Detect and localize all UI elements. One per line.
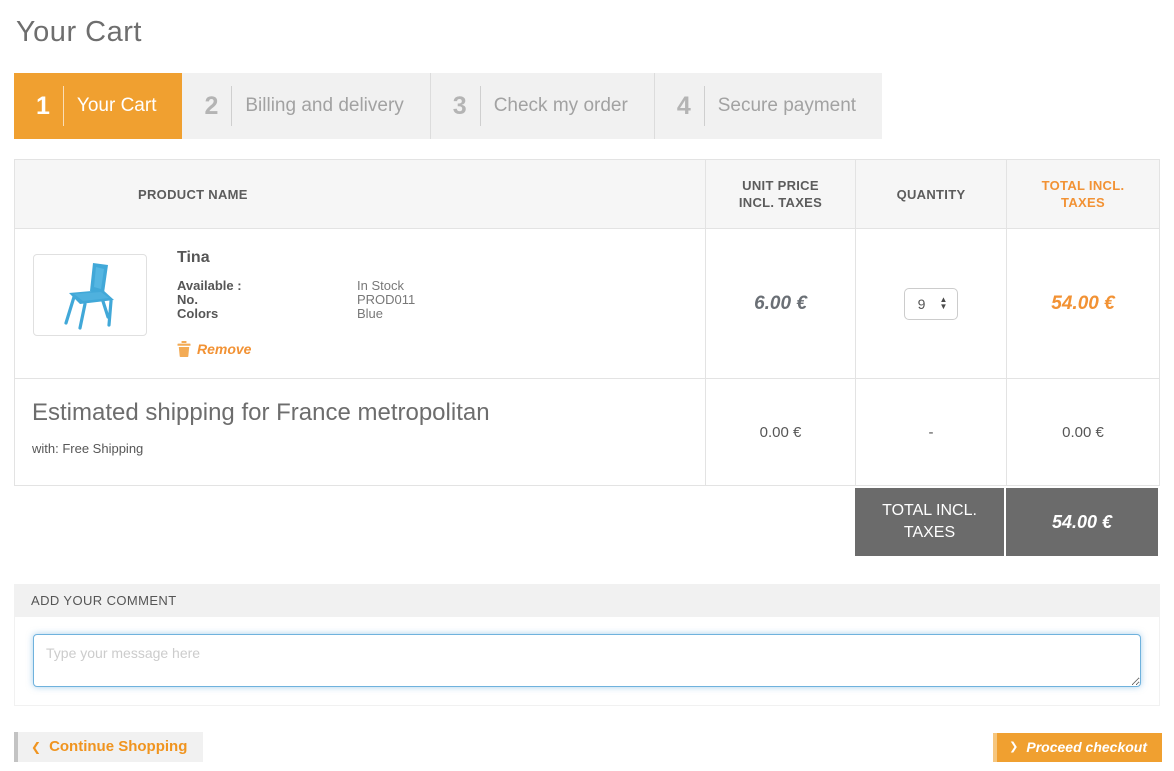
step-billing-delivery[interactable]: 2 Billing and delivery [182,73,429,139]
step-label: Secure payment [718,95,856,117]
attribute-value: Blue [357,307,383,321]
shipping-total-cell: 0.00 € [1006,379,1159,485]
remove-label: Remove [197,341,251,357]
unit-price-value: 6.00 € [754,293,807,315]
product-thumbnail[interactable] [33,254,147,336]
total-price-value: 54.00 € [1051,293,1114,315]
step-number: 4 [677,92,691,121]
attribute-row: Available : In Stock [177,279,415,293]
header-total: TOTAL INCL. TAXES [1006,160,1159,228]
proceed-checkout-button[interactable]: ❯ Proceed checkout [993,733,1162,762]
step-number: 3 [453,92,467,121]
remove-product-link[interactable]: Remove [177,341,251,357]
attribute-label: Colors [177,307,357,321]
comment-body [14,617,1160,706]
step-separator [480,86,481,126]
step-separator [704,86,705,126]
step-check-order[interactable]: 3 Check my order [430,73,654,139]
attribute-value: In Stock [357,279,404,293]
step-your-cart[interactable]: 1 Your Cart [14,73,182,139]
quantity-decrease-icon[interactable]: ▼ [939,304,947,311]
page-title: Your Cart [16,16,1160,49]
comment-textarea[interactable] [33,634,1141,687]
chevron-left-icon: ❮ [31,740,41,754]
attribute-label: Available : [177,279,357,293]
shipping-quantity-cell: - [855,379,1006,485]
quantity-stepper[interactable]: 9 ▲ ▼ [904,288,959,320]
shipping-cell: Estimated shipping for France metropolit… [15,379,705,485]
shipping-unit-price: 0.00 € [760,424,802,441]
product-row: Tina Available : In Stock No. PROD011 Co… [15,229,1159,379]
attribute-row: Colors Blue [177,307,415,321]
step-label: Your Cart [77,95,157,117]
cart-table-header: PRODUCT NAME UNIT PRICE INCL. TAXES QUAN… [15,160,1159,229]
product-cell: Tina Available : In Stock No. PROD011 Co… [15,229,705,378]
shipping-quantity: - [929,424,934,441]
cart-footer: ❮ Continue Shopping ❯ Proceed checkout [14,732,1162,762]
shipping-title: Estimated shipping for France metropolit… [32,399,705,427]
shipping-unit-price-cell: 0.00 € [705,379,855,485]
comment-section: ADD YOUR COMMENT [14,584,1160,706]
attribute-label: No. [177,293,357,307]
continue-shopping-button[interactable]: ❮ Continue Shopping [14,732,203,762]
shipping-total: 0.00 € [1062,424,1104,441]
step-secure-payment[interactable]: 4 Secure payment [654,73,882,139]
chair-image [41,259,139,331]
quantity-cell: 9 ▲ ▼ [855,229,1006,378]
summary-total-value: 54.00 € [1004,488,1158,556]
checkout-steps: 1 Your Cart 2 Billing and delivery 3 Che… [14,73,848,139]
step-separator [231,86,232,126]
cart-total-summary: TOTAL INCL. TAXES 54.00 € [855,488,1160,556]
product-name-link[interactable]: Tina [177,249,415,267]
trash-icon [177,341,191,357]
header-unit-price: UNIT PRICE INCL. TAXES [705,160,855,228]
proceed-checkout-label: Proceed checkout [1026,739,1147,755]
chevron-right-icon: ❯ [1009,740,1018,753]
attribute-value: PROD011 [357,293,415,307]
shipping-row: Estimated shipping for France metropolit… [15,379,1159,485]
total-price-cell: 54.00 € [1006,229,1159,378]
cart-table: PRODUCT NAME UNIT PRICE INCL. TAXES QUAN… [14,159,1160,486]
step-label: Billing and delivery [245,95,403,117]
unit-price-cell: 6.00 € [705,229,855,378]
comment-heading: ADD YOUR COMMENT [14,584,1160,617]
shipping-carrier: with: Free Shipping [32,441,705,456]
step-label: Check my order [494,95,628,117]
summary-total-label: TOTAL INCL. TAXES [855,488,1004,556]
header-product-name: PRODUCT NAME [15,160,705,228]
step-number: 2 [204,92,218,121]
quantity-value: 9 [918,296,926,312]
product-info: Tina Available : In Stock No. PROD011 Co… [177,243,415,378]
attribute-row: No. PROD011 [177,293,415,307]
step-number: 1 [36,92,50,121]
header-quantity: QUANTITY [855,160,1006,228]
continue-shopping-label: Continue Shopping [49,738,187,755]
quantity-arrows: ▲ ▼ [939,297,947,311]
step-separator [63,86,64,126]
cart-page: Your Cart 1 Your Cart 2 Billing and deli… [0,0,1174,762]
